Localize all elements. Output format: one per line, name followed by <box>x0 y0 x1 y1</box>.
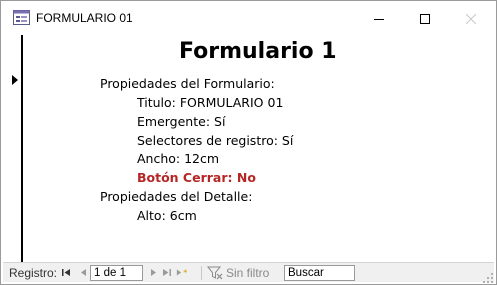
no-filter-icon <box>206 266 223 280</box>
new-record-icon <box>176 268 188 276</box>
maximize-button[interactable] <box>402 1 448 35</box>
minimize-icon <box>374 9 384 28</box>
record-selector[interactable] <box>1 35 23 262</box>
last-record-icon <box>162 269 171 276</box>
first-record-icon <box>61 269 70 276</box>
minimize-button[interactable] <box>356 1 402 35</box>
property-title: Titulo: FORMULARIO 01 <box>137 95 284 110</box>
form-properties-heading: Propiedades del Formulario: <box>100 76 275 91</box>
detail-properties-heading: Propiedades del Detalle: <box>100 189 253 204</box>
new-record-button[interactable] <box>176 266 188 279</box>
record-navigation-bar: Registro: 1 de 1 Sin filtro Buscar <box>3 262 494 282</box>
current-record-arrow-icon <box>12 75 18 85</box>
separator <box>201 266 202 280</box>
next-record-icon <box>150 269 156 276</box>
window-title: FORMULARIO 01 <box>36 11 133 25</box>
property-width: Ancho: 12cm <box>137 151 220 166</box>
access-form-icon[interactable] <box>13 10 30 25</box>
form-heading: Formulario 1 <box>179 39 337 64</box>
last-record-button[interactable] <box>160 266 172 279</box>
close-button <box>448 1 494 35</box>
maximize-icon <box>420 9 430 28</box>
previous-record-button[interactable] <box>77 266 89 279</box>
next-record-button[interactable] <box>147 266 159 279</box>
previous-record-icon <box>80 269 86 276</box>
close-icon <box>465 9 477 28</box>
current-record-input[interactable]: 1 de 1 <box>90 265 143 281</box>
form-window: FORMULARIO 01 Formulario 1 Propiedades d… <box>0 0 497 285</box>
title-bar[interactable]: FORMULARIO 01 <box>1 1 496 35</box>
property-popup: Emergente: Sí <box>137 114 226 129</box>
property-height: Alto: 6cm <box>137 208 197 223</box>
resize-grip-icon[interactable] <box>482 269 494 283</box>
property-record-selectors: Selectores de registro: Sí <box>137 133 294 148</box>
first-record-button[interactable] <box>60 266 72 279</box>
filter-status-button[interactable]: Sin filtro <box>226 266 269 280</box>
property-close-button: Botón Cerrar: No <box>137 170 256 185</box>
search-input[interactable]: Buscar <box>284 265 355 281</box>
record-label: Registro: <box>9 266 58 280</box>
